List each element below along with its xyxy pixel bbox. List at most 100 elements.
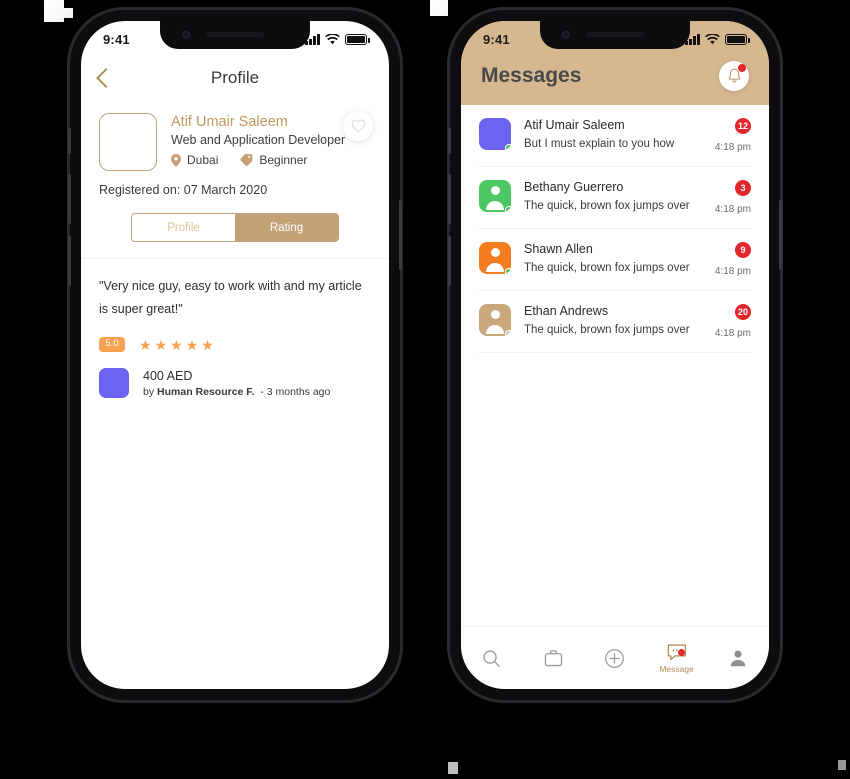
nav-item-add[interactable] bbox=[584, 648, 646, 669]
volume-up-button[interactable] bbox=[68, 174, 71, 224]
job-details: 400 AED by Human Resource F. - 3 months … bbox=[143, 369, 330, 398]
artifact-speck-1 bbox=[44, 0, 64, 22]
power-button[interactable] bbox=[779, 200, 782, 270]
tab-rating[interactable]: Rating bbox=[235, 214, 338, 241]
mute-switch[interactable] bbox=[448, 128, 451, 154]
job-by-prefix: by bbox=[143, 385, 155, 398]
contact-name: Ethan Andrews bbox=[524, 304, 609, 318]
battery-full-icon bbox=[345, 33, 370, 45]
briefcase-icon bbox=[544, 650, 563, 667]
messages-title: Messages bbox=[481, 64, 582, 87]
online-status-dot bbox=[505, 268, 511, 274]
volume-down-button[interactable] bbox=[448, 236, 451, 286]
message-time: 4:18 pm bbox=[714, 266, 751, 277]
profile-card: Atif Umair Saleem Web and Application De… bbox=[81, 99, 389, 171]
contact-name: Bethany Guerrero bbox=[524, 180, 624, 194]
person-icon bbox=[486, 201, 504, 210]
list-item[interactable]: Shawn Allen The quick, brown fox jumps o… bbox=[461, 229, 769, 290]
left-phone-device: 9:41 Profile Atif Umair Saleem Web and A… bbox=[68, 10, 402, 700]
power-button[interactable] bbox=[399, 200, 402, 270]
profile-location-label: Dubai bbox=[187, 153, 219, 167]
messages-title-row: Messages bbox=[461, 57, 769, 91]
contact-name: Shawn Allen bbox=[524, 242, 593, 256]
nav-item-message-label: Message bbox=[659, 663, 694, 674]
notification-dot bbox=[738, 64, 746, 72]
tab-profile[interactable]: Profile bbox=[132, 214, 235, 241]
wifi-icon bbox=[325, 33, 340, 44]
unread-badge: 3 bbox=[735, 180, 751, 196]
star-filled-icon: ★ bbox=[201, 336, 214, 353]
avatar bbox=[99, 113, 157, 171]
message-preview: The quick, brown fox jumps over bbox=[524, 262, 690, 274]
list-item[interactable]: Ethan Andrews The quick, brown fox jumps… bbox=[461, 291, 769, 352]
nav-item-message[interactable]: Message bbox=[646, 643, 708, 674]
person-icon bbox=[490, 310, 500, 319]
screenshot-stage: 9:41 Profile Atif Umair Saleem Web and A… bbox=[0, 0, 850, 779]
status-time: 9:41 bbox=[103, 31, 130, 47]
plus-circle-icon bbox=[605, 648, 625, 668]
profile-navbar: Profile bbox=[81, 57, 389, 99]
star-filled-icon: ★ bbox=[185, 336, 199, 353]
profile-role: Web and Application Developer bbox=[171, 133, 346, 147]
avatar bbox=[479, 180, 511, 212]
message-meta: 9 4:18 pm bbox=[699, 242, 751, 277]
online-status-dot bbox=[505, 144, 511, 150]
profile-meta: Dubai Beginner bbox=[171, 153, 371, 167]
list-item[interactable]: Bethany Guerrero The quick, brown fox ju… bbox=[461, 167, 769, 228]
message-meta: 12 4:18 pm bbox=[699, 118, 751, 153]
earpiece-speaker bbox=[586, 32, 644, 37]
profile-location: Dubai bbox=[171, 153, 218, 167]
mute-switch[interactable] bbox=[68, 128, 71, 154]
location-pin-icon bbox=[171, 153, 181, 167]
tag-icon bbox=[240, 154, 253, 166]
person-icon bbox=[490, 248, 500, 257]
favorite-button[interactable] bbox=[343, 111, 373, 141]
rating-row: 5.0 ★ ★ ★ ★ ★ bbox=[99, 336, 371, 353]
search-icon bbox=[483, 649, 501, 667]
offline-status-dot bbox=[505, 330, 511, 336]
profile-level-label: Beginner bbox=[259, 153, 308, 167]
message-preview: But I must explain to you how bbox=[524, 138, 675, 150]
list-divider bbox=[479, 352, 751, 353]
message-body: Shawn Allen The quick, brown fox jumps o… bbox=[524, 242, 699, 274]
front-camera-icon bbox=[562, 31, 570, 39]
right-phone-device: 9:41 Messages Atif Umair Saleem But I mu… bbox=[448, 10, 782, 700]
profile-name: Atif Umair Saleem bbox=[171, 114, 288, 130]
nav-item-search[interactable] bbox=[461, 649, 523, 668]
star-filled-icon: ★ bbox=[170, 336, 183, 353]
bottom-navigation: Message bbox=[461, 626, 769, 689]
battery-full-icon bbox=[725, 33, 750, 45]
review-job-row[interactable]: 400 AED by Human Resource F. - 3 months … bbox=[99, 368, 371, 399]
message-body: Atif Umair Saleem But I must explain to … bbox=[524, 118, 699, 150]
heart-outline-icon bbox=[351, 119, 365, 133]
artifact-speck-2 bbox=[64, 8, 73, 18]
front-camera-icon bbox=[182, 31, 190, 39]
job-thumbnail bbox=[99, 368, 129, 399]
star-filled-icon: ★ bbox=[139, 336, 152, 353]
list-item[interactable]: Atif Umair Saleem But I must explain to … bbox=[461, 105, 769, 166]
nav-item-profile[interactable] bbox=[707, 649, 769, 667]
volume-up-button[interactable] bbox=[448, 174, 451, 224]
avatar bbox=[479, 304, 511, 336]
page-title: Profile bbox=[210, 68, 260, 87]
job-by-name: Human Resource F. bbox=[157, 385, 255, 398]
message-time: 4:18 pm bbox=[714, 142, 751, 153]
nav-item-jobs[interactable] bbox=[523, 649, 585, 667]
message-body: Ethan Andrews The quick, brown fox jumps… bbox=[524, 304, 699, 336]
message-meta: 3 4:18 pm bbox=[699, 180, 751, 215]
contact-name: Atif Umair Saleem bbox=[524, 118, 625, 132]
registered-date: Registered on: 07 March 2020 bbox=[99, 183, 268, 197]
person-icon bbox=[490, 186, 500, 195]
message-notification-dot bbox=[678, 648, 686, 656]
message-preview: The quick, brown fox jumps over bbox=[524, 324, 690, 336]
back-chevron-icon[interactable] bbox=[96, 68, 116, 88]
message-body: Bethany Guerrero The quick, brown fox ju… bbox=[524, 180, 699, 212]
unread-badge: 9 bbox=[735, 242, 751, 258]
unread-badge: 20 bbox=[734, 304, 751, 320]
unread-badge: 12 bbox=[734, 118, 751, 134]
notifications-button[interactable] bbox=[719, 61, 749, 91]
message-time: 4:18 pm bbox=[714, 204, 751, 215]
star-filled-icon: ★ bbox=[154, 336, 168, 353]
volume-down-button[interactable] bbox=[68, 236, 71, 286]
message-preview: The quick, brown fox jumps over bbox=[524, 200, 690, 212]
